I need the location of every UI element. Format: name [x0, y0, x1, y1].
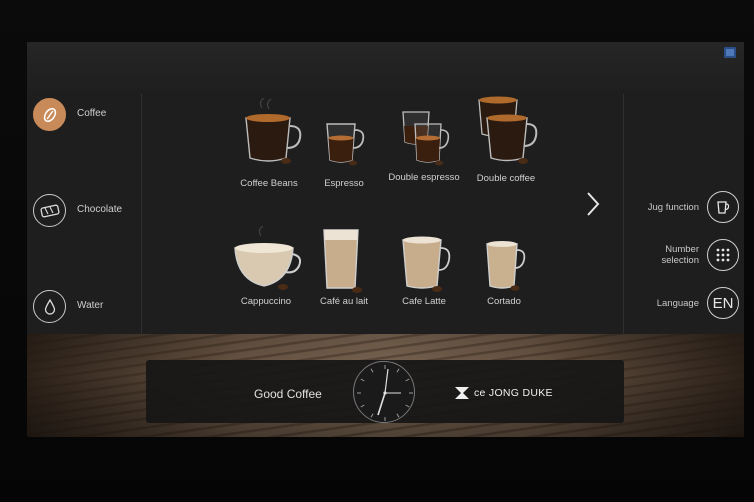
- number-selection-label: Number selection: [662, 244, 700, 266]
- brand-name: ce JONG DUKE: [474, 387, 553, 399]
- cafe-au-lait-glass-icon: [323, 229, 362, 293]
- tagline: Good Coffee: [254, 387, 322, 401]
- coffee-bean-icon: [33, 98, 66, 131]
- chevron-right-icon: [587, 192, 600, 216]
- water-drop-icon: [33, 290, 66, 323]
- product-label: Double coffee: [476, 173, 536, 184]
- product-cortado[interactable]: Cortado: [459, 226, 549, 322]
- jug-function-label: Jug function: [647, 202, 699, 213]
- brand-logo: ce JONG DUKE: [454, 386, 553, 400]
- category-coffee[interactable]: Coffee: [33, 94, 141, 138]
- product-cafe-au-lait[interactable]: Café au lait: [299, 226, 389, 322]
- top-bar: [27, 42, 744, 90]
- category-label: Coffee: [77, 108, 107, 119]
- footer-panel: Good Coffee ce JONG DUKE: [146, 360, 624, 423]
- jug-icon: [707, 191, 739, 223]
- product-double-espresso[interactable]: Double espresso: [379, 98, 469, 194]
- clock-face-icon: [357, 365, 413, 421]
- keypad-icon: [707, 239, 739, 271]
- category-water[interactable]: Water: [33, 286, 141, 330]
- language-badge: EN: [707, 287, 739, 319]
- jug-function-button[interactable]: Jug function: [624, 190, 744, 226]
- espresso-glass-icon: [326, 123, 365, 166]
- status-icon[interactable]: [724, 47, 736, 58]
- category-label: Chocolate: [77, 204, 123, 215]
- cappuccino-cup-icon: [234, 226, 302, 290]
- language-code: EN: [712, 294, 734, 312]
- product-label: Espresso: [324, 178, 364, 189]
- cafe-latte-glass-icon: [402, 236, 451, 292]
- chocolate-icon: [33, 194, 66, 227]
- category-sidebar: Coffee Chocolate Water: [27, 94, 142, 334]
- product-espresso[interactable]: Espresso: [299, 98, 389, 194]
- number-selection-label-line2: selection: [661, 255, 700, 266]
- product-label: Café au lait: [319, 296, 369, 307]
- next-page-arrow[interactable]: [582, 189, 604, 219]
- product-label: Cappuccino: [240, 296, 292, 307]
- number-selection-label-line1: Number: [665, 244, 699, 255]
- touch-screen: Coffee Chocolate Water Coffee Beans Espr…: [27, 42, 744, 437]
- double-espresso-glass-icon: [402, 111, 450, 166]
- product-cafe-latte[interactable]: Cafe Latte: [379, 226, 469, 322]
- language-label: Language: [656, 298, 699, 309]
- function-panel: Jug function Number selection Language E…: [623, 94, 744, 334]
- product-label: Double espresso: [388, 172, 460, 183]
- cortado-glass-icon: [486, 241, 526, 291]
- product-double-coffee[interactable]: Double coffee: [461, 94, 551, 190]
- product-label: Cafe Latte: [402, 296, 446, 307]
- analog-clock: [353, 361, 415, 423]
- number-selection-button[interactable]: Number selection: [624, 238, 744, 274]
- language-button[interactable]: Language EN: [624, 286, 744, 322]
- product-cappuccino[interactable]: Cappuccino: [221, 226, 311, 322]
- category-label: Water: [77, 300, 104, 311]
- category-chocolate[interactable]: Chocolate: [33, 190, 141, 234]
- double-coffee-cup-icon: [478, 96, 538, 164]
- product-label: Cortado: [487, 296, 521, 307]
- brand-mark-icon: [455, 387, 469, 399]
